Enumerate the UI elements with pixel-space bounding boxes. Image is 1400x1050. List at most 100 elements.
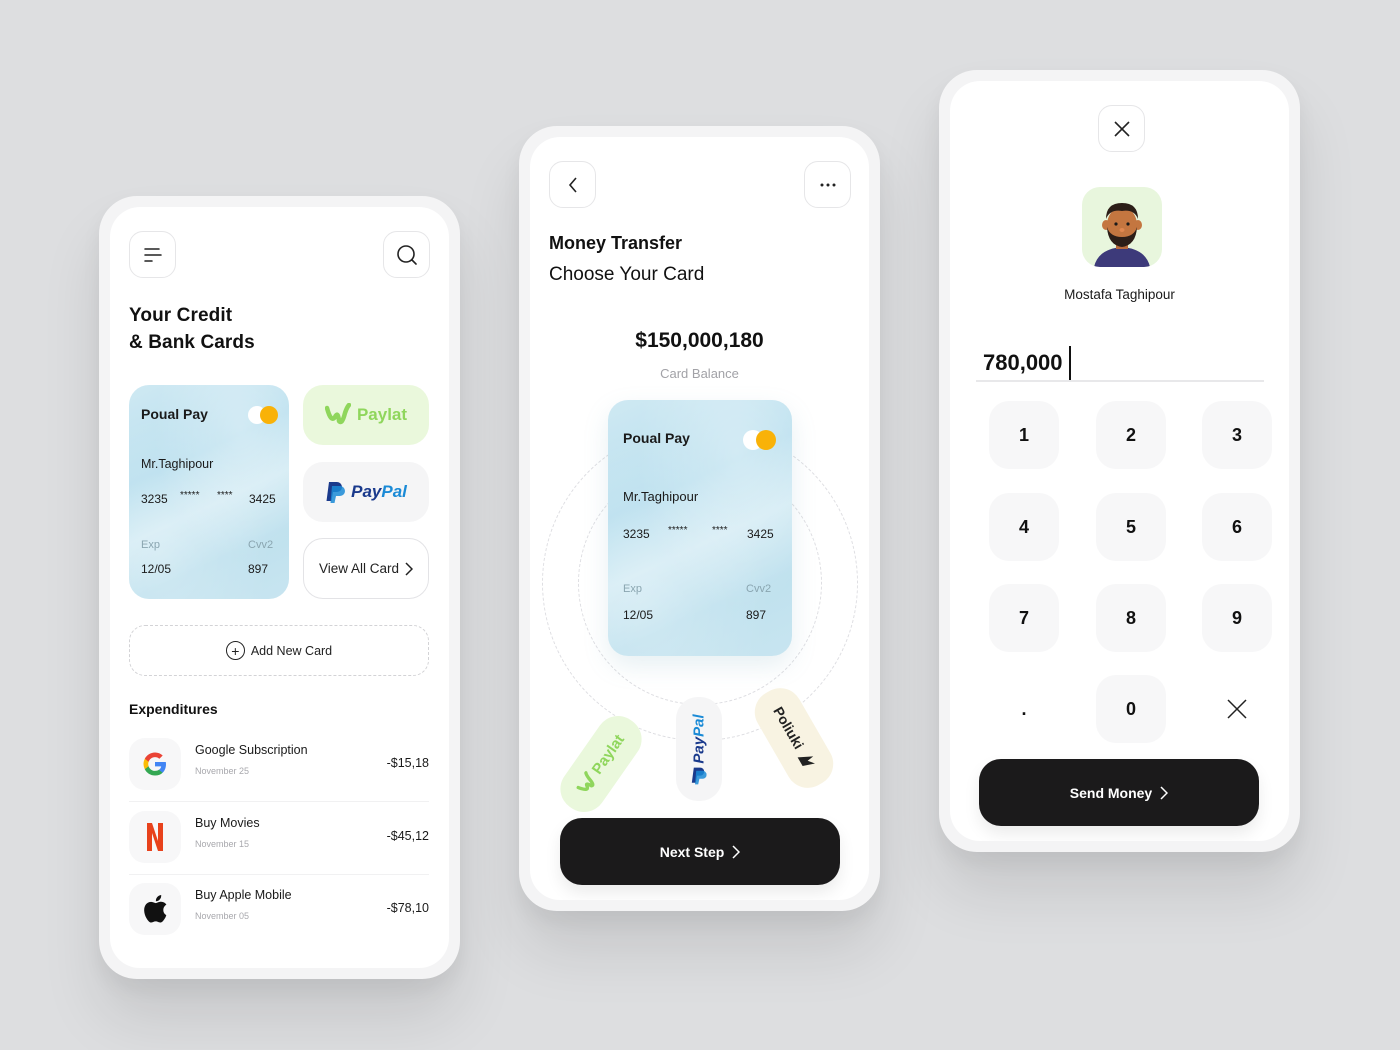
search-icon: [396, 244, 417, 265]
card-brand: Poual Pay: [141, 406, 208, 422]
cvv-label: Cvv2: [248, 539, 274, 551]
view-all-cards-button[interactable]: View All Card: [303, 538, 429, 599]
poliuki-logo-icon: [797, 756, 815, 767]
exp-label: Exp: [623, 583, 642, 595]
card-number-part: 3425: [249, 492, 276, 506]
more-options-button[interactable]: [804, 161, 851, 208]
expenditure-amount: -$45,12: [386, 829, 429, 843]
amount-input[interactable]: 780,000: [983, 346, 1071, 380]
expenditures-title: Expenditures: [129, 701, 218, 717]
avatar-illustration-icon: [1094, 203, 1150, 267]
phone-transfer-screen: Money Transfer Choose Your Card $150,000…: [519, 126, 880, 911]
card-balance-label: Card Balance: [660, 366, 739, 381]
paypal-option-label-pay: Pay: [690, 736, 708, 764]
card-number-part: 3425: [747, 527, 774, 541]
keypad-backspace-button[interactable]: [1202, 675, 1272, 743]
delete-icon: [1227, 699, 1247, 719]
keypad-key-decimal[interactable]: .: [989, 675, 1059, 743]
card-holder: Mr.Taghipour: [623, 489, 699, 504]
keypad-key-6[interactable]: 6: [1202, 493, 1272, 561]
text-cursor: [1068, 346, 1071, 380]
view-all-label: View All Card: [318, 561, 400, 576]
next-step-label: Next Step: [659, 843, 725, 860]
back-button[interactable]: [549, 161, 596, 208]
keypad-key-2[interactable]: 2: [1096, 401, 1166, 469]
selected-credit-card[interactable]: Poual Pay Mr.Taghipour 3235 ***** **** 3…: [608, 400, 792, 656]
recipient-name: Mostafa Taghipour: [1064, 287, 1175, 302]
expenditure-row[interactable]: Buy Apple Mobile November 05 -$78,10: [129, 875, 429, 947]
keypad-key-8[interactable]: 8: [1096, 584, 1166, 652]
paylat-option[interactable]: Paylat: [551, 707, 651, 821]
expenditure-name: Buy Apple Mobile: [195, 888, 292, 902]
paylat-option-label: Paylat: [588, 731, 628, 778]
keypad-key-3[interactable]: 3: [1202, 401, 1272, 469]
phone-cards-screen: Your Credit & Bank Cards Poual Pay Mr.Ta…: [99, 196, 460, 979]
apple-icon: [129, 883, 181, 935]
paylat-logo-icon: [324, 403, 351, 425]
transfer-screen: Money Transfer Choose Your Card $150,000…: [530, 137, 869, 900]
cvv-value: 897: [746, 608, 767, 622]
netflix-icon: [129, 811, 181, 863]
cvv-label: Cvv2: [746, 583, 772, 595]
cvv-value: 897: [248, 562, 269, 576]
screen-title: Money Transfer: [549, 233, 683, 253]
card-number-part: *****: [668, 525, 688, 536]
keypad-key-5[interactable]: 5: [1096, 493, 1166, 561]
amount-value: 780,000: [983, 350, 1063, 375]
keypad-key-4[interactable]: 4: [989, 493, 1059, 561]
close-button[interactable]: [1098, 105, 1145, 152]
menu-icon: [143, 247, 162, 262]
paypal-wallet[interactable]: PayPal: [303, 462, 429, 522]
paypal-option[interactable]: PayPal: [676, 697, 722, 801]
screen-subtitle: Choose Your Card: [549, 264, 705, 285]
add-new-card-button[interactable]: + Add New Card: [129, 625, 429, 676]
expenditure-row[interactable]: Buy Movies November 15 -$45,12: [129, 803, 429, 875]
chevron-right-icon: [732, 844, 741, 859]
plus-circle-icon: +: [225, 641, 245, 660]
keypad-key-7[interactable]: 7: [989, 584, 1059, 652]
card-number-part: ****: [217, 490, 233, 501]
expenditure-date: November 15: [195, 839, 250, 849]
keypad-key-9[interactable]: 9: [1202, 584, 1272, 652]
expenditure-date: November 05: [195, 911, 250, 921]
paylat-wallet[interactable]: Paylat: [303, 385, 429, 445]
send-money-button[interactable]: Send Money: [979, 759, 1259, 826]
chevron-right-icon: [405, 561, 414, 576]
send-money-screen: Mostafa Taghipour 780,000 1 2 3 4 5 6 7 …: [950, 81, 1289, 841]
title-line-1: Your Credit: [129, 305, 233, 326]
chevron-left-icon: [568, 176, 577, 193]
expenditure-name: Buy Movies: [195, 816, 260, 830]
card-number-part: 3235: [623, 527, 650, 541]
expenditure-row[interactable]: Google Subscription November 25 -$15,18: [129, 730, 429, 802]
menu-button[interactable]: [129, 231, 176, 278]
card-number-part: *****: [180, 490, 200, 501]
poliuki-option-label: Poliuki: [769, 704, 807, 752]
exp-label: Exp: [141, 539, 160, 551]
search-button[interactable]: [383, 231, 430, 278]
chevron-right-icon: [1160, 785, 1169, 800]
send-money-label: Send Money: [1069, 784, 1153, 801]
keypad-key-1[interactable]: 1: [989, 401, 1059, 469]
paypal-logo-icon: [326, 482, 346, 503]
expenditure-amount: -$78,10: [386, 901, 429, 915]
paylat-logo-icon: [576, 770, 595, 791]
paypal-label-pal: Pal: [381, 482, 407, 501]
next-step-button[interactable]: Next Step: [560, 818, 840, 885]
card-brand: Poual Pay: [623, 430, 690, 446]
credit-card[interactable]: Poual Pay Mr.Taghipour 3235 ***** **** 3…: [129, 385, 289, 599]
card-number-part: 3235: [141, 492, 168, 506]
keypad-key-0[interactable]: 0: [1096, 675, 1166, 743]
card-network-icon: [248, 406, 278, 424]
exp-value: 12/05: [623, 608, 654, 622]
card-network-icon: [743, 430, 776, 450]
card-number-part: ****: [712, 525, 728, 536]
expenditure-name: Google Subscription: [195, 743, 308, 757]
more-horizontal-icon: [820, 183, 835, 186]
google-icon: [129, 738, 181, 790]
expenditure-amount: -$15,18: [386, 756, 429, 770]
add-card-label: Add New Card: [250, 643, 333, 658]
cards-screen: Your Credit & Bank Cards Poual Pay Mr.Ta…: [110, 207, 449, 968]
paypal-label-pay: Pay: [351, 482, 382, 501]
poliuki-option[interactable]: Poliuki: [746, 680, 842, 796]
expenditure-date: November 25: [195, 766, 250, 776]
